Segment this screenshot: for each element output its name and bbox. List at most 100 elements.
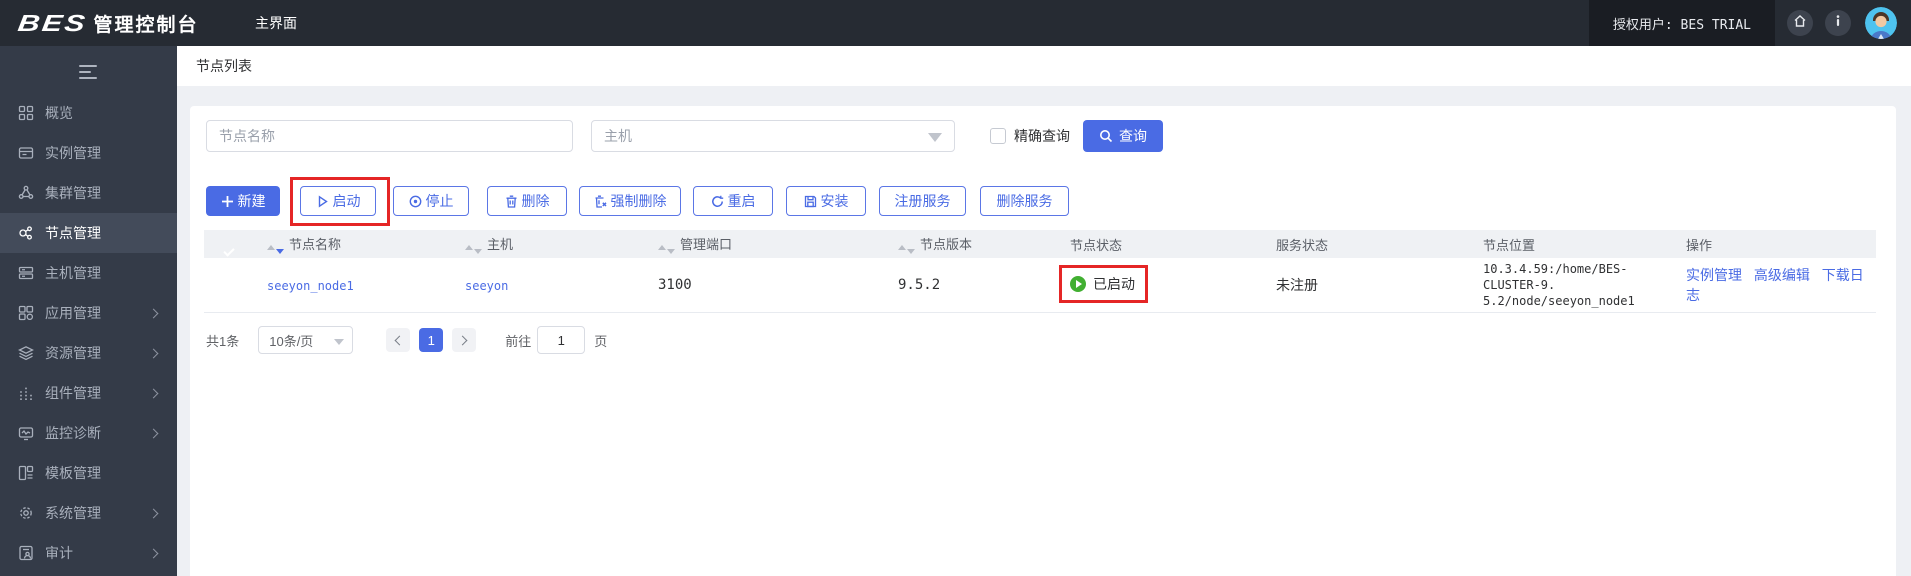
node-status-annotation: 已启动 [1059,265,1148,304]
info-button[interactable] [1825,10,1851,36]
sidebar-item-audit[interactable]: 审计 [0,533,177,573]
register-service-button[interactable]: 注册服务 [879,186,966,216]
sidebar-item-label: 应用管理 [45,305,101,321]
sidebar-item-label: 组件管理 [45,385,101,401]
chevron-right-icon [148,548,159,558]
restart-button-label: 重启 [727,193,756,209]
caret-down-icon [334,339,345,345]
chevron-right-icon [148,428,159,438]
sort-icon[interactable] [465,245,482,254]
restart-button[interactable]: 重启 [693,186,773,216]
node-location-value: 10.3.4.59:/home/BES-CLUSTER-9. 5.2/node/… [1483,261,1672,309]
component-icon [17,384,35,402]
sidebar-item-label: 概览 [45,105,73,121]
home-button[interactable] [1787,10,1813,36]
node-table: 节点名称 主机 管理端口 节点版本 节点状态 服务状态 节点位置 操作 seey… [204,230,1876,313]
pagination: 共1条 10条/页 1 前往 页 [206,326,607,354]
bes-console-app: BES 管理控制台 主界面 授权用户: BES TRIAL 概览 实例管理 集群… [0,0,1911,576]
create-button[interactable]: 新建 [206,186,280,216]
sidebar-item-resource[interactable]: 资源管理 [0,333,177,373]
sidebar-item-cluster[interactable]: 集群管理 [0,173,177,213]
sort-icon[interactable] [898,245,915,254]
total-count-label: 共1条 [206,333,240,349]
page-size-value: 10条/页 [269,333,314,349]
main-area: 节点列表 主机 精确查询 查询 [177,46,1911,576]
logo: BES 管理控制台 [0,8,245,39]
install-disk-icon [804,195,816,207]
sidebar-item-label: 节点管理 [45,225,101,241]
product-name: 管理控制台 [93,14,199,36]
column-admin-port[interactable]: 管理端口 [644,230,884,258]
sidebar: 概览 实例管理 集群管理 节点管理 主机管理 应用管理 资源管理 组件管理 监控… [0,46,177,576]
sidebar-item-overview[interactable]: 概览 [0,93,177,133]
table-row: seeyon_node1 seeyon 3100 9.5.2 已启动 未注册 1… [204,258,1876,312]
licensed-user-label: 授权用户: BES TRIAL [1588,0,1775,46]
host-select[interactable]: 主机 [591,120,955,152]
tab-main-interface[interactable]: 主界面 [245,0,307,46]
sidebar-item-label: 资源管理 [45,345,101,361]
start-button[interactable]: 启动 [300,186,376,216]
chevron-right-icon [457,335,468,345]
column-label: 节点版本 [920,237,973,252]
sidebar-item-template[interactable]: 模板管理 [0,453,177,493]
user-avatar[interactable] [1865,7,1897,39]
sidebar-item-host[interactable]: 主机管理 [0,253,177,293]
next-page-button[interactable] [452,328,477,352]
exact-query-label: 精确查询 [1014,128,1070,144]
sort-icon[interactable] [267,245,284,254]
chevron-left-icon [394,335,405,345]
play-icon [318,194,328,208]
install-button-label: 安装 [820,193,849,209]
exact-query-checkbox[interactable] [990,128,1006,144]
prev-page-button[interactable] [386,328,411,352]
host-icon [17,264,35,282]
search-row: 主机 精确查询 查询 [206,120,1163,152]
query-button[interactable]: 查询 [1083,120,1163,152]
goto-page-input[interactable] [537,326,586,354]
page-number-button[interactable]: 1 [419,328,444,352]
sidebar-collapse-icon[interactable] [78,65,99,79]
app-icon [17,304,35,322]
instance-manage-link[interactable]: 实例管理 [1686,267,1742,283]
advanced-edit-link[interactable]: 高级编辑 [1754,267,1810,283]
restart-icon [711,195,723,207]
delete-button-label: 删除 [521,193,550,209]
column-node-version[interactable]: 节点版本 [884,230,1056,258]
force-delete-button[interactable]: 强制删除 [579,186,681,216]
sort-icon[interactable] [658,245,675,254]
sidebar-item-instance[interactable]: 实例管理 [0,133,177,173]
host-link[interactable]: seeyon [465,279,508,293]
column-label: 主机 [487,237,514,252]
delete-service-button[interactable]: 删除服务 [980,186,1069,216]
force-delete-button-label: 强制删除 [610,193,667,209]
delete-button[interactable]: 删除 [487,186,567,216]
create-button-label: 新建 [237,193,266,209]
gear-icon [17,504,35,522]
sidebar-item-component[interactable]: 组件管理 [0,373,177,413]
install-button[interactable]: 安装 [786,186,866,216]
node-name-input[interactable] [206,120,573,152]
page-size-select[interactable]: 10条/页 [258,326,354,354]
topbar-right: 授权用户: BES TRIAL [1588,0,1911,46]
trash-x-icon [595,195,607,208]
search-icon [1100,130,1113,143]
table-header-row: 节点名称 主机 管理端口 节点版本 节点状态 服务状态 节点位置 操作 [204,230,1876,258]
node-icon [17,224,35,242]
column-host[interactable]: 主机 [451,230,644,258]
stop-button[interactable]: 停止 [393,186,469,216]
chevron-right-icon [148,508,159,518]
sidebar-item-node[interactable]: 节点管理 [0,213,177,253]
sidebar-nav: 概览 实例管理 集群管理 节点管理 主机管理 应用管理 资源管理 组件管理 监控… [0,93,177,573]
node-list-card: 主机 精确查询 查询 新建 [190,106,1896,576]
cluster-icon [17,184,35,202]
sidebar-item-monitoring[interactable]: 监控诊断 [0,413,177,453]
node-status-value: 已启动 [1093,276,1135,293]
node-name-link[interactable]: seeyon_node1 [267,279,354,293]
chevron-right-icon [148,388,159,398]
column-label: 管理端口 [680,237,733,252]
delete-service-label: 删除服务 [996,193,1053,209]
sidebar-item-system[interactable]: 系统管理 [0,493,177,533]
column-node-name[interactable]: 节点名称 [253,230,451,258]
sidebar-item-application[interactable]: 应用管理 [0,293,177,333]
start-button-annotation: 启动 [290,177,390,226]
